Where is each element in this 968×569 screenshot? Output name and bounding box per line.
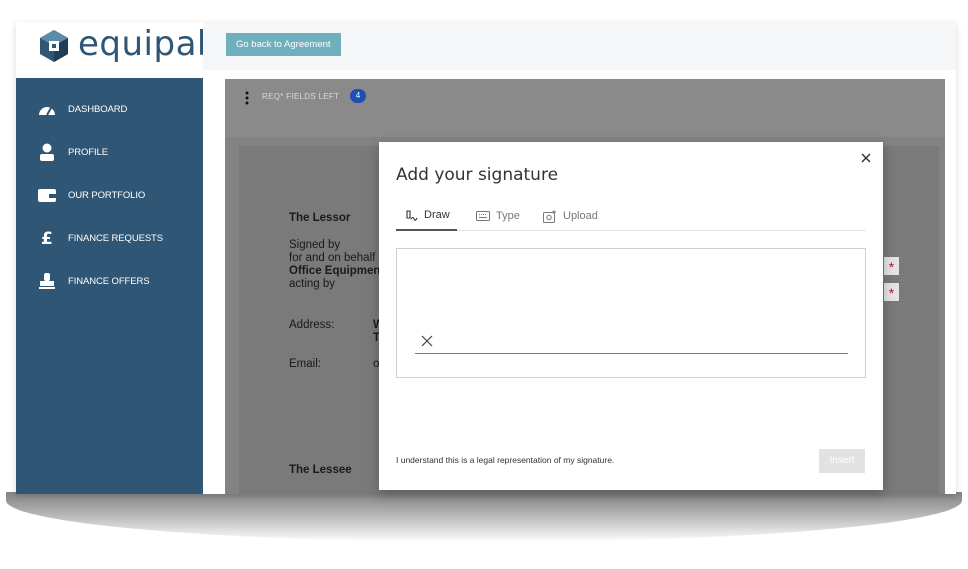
sidebar-item-finance-requests[interactable]: £ FINANCE REQUESTS xyxy=(16,223,203,253)
insert-button[interactable]: Insert xyxy=(819,449,865,473)
sidebar-item-label: OUR PORTFOLIO xyxy=(68,189,146,201)
frame-shadow xyxy=(6,492,962,542)
upload-image-icon xyxy=(543,209,556,223)
pound-icon: £ xyxy=(36,227,58,249)
sidebar-item-label: DASHBOARD xyxy=(68,103,128,115)
gauge-icon xyxy=(36,98,58,120)
person-icon xyxy=(36,141,58,163)
tab-type[interactable]: Type xyxy=(476,201,520,231)
tab-label: Upload xyxy=(563,210,598,222)
signature-draw-canvas[interactable] xyxy=(396,248,866,378)
keyboard-icon xyxy=(476,211,490,221)
svg-text:£: £ xyxy=(41,229,53,247)
sidebar-item-dashboard[interactable]: DASHBOARD xyxy=(16,94,203,124)
company-name-text: Office Equipmen xyxy=(289,265,381,277)
required-fields-count-badge: 4 xyxy=(350,89,366,103)
required-fields-label: REQ* FIELDS LEFT xyxy=(262,92,340,101)
signature-x-mark-icon xyxy=(421,335,433,347)
legal-disclaimer-text: I understand this is a legal representat… xyxy=(396,455,615,465)
top-bar: Go back to Agreement xyxy=(203,22,956,70)
sidebar-item-profile[interactable]: PROFILE xyxy=(16,137,203,167)
sidebar-item-label: FINANCE REQUESTS xyxy=(68,232,163,244)
modal-title: Add your signature xyxy=(396,165,559,185)
brand-name: equipal xyxy=(78,24,207,64)
equipal-logo-icon xyxy=(40,30,68,62)
tab-upload[interactable]: Upload xyxy=(543,201,598,231)
sidebar: equipal DASHBOARD PROFILE OUR PORTFOLIO … xyxy=(16,22,206,494)
sidebar-item-our-portfolio[interactable]: OUR PORTFOLIO xyxy=(16,180,203,210)
lessee-heading: The Lessee xyxy=(289,464,352,476)
signature-baseline xyxy=(415,353,848,354)
sidebar-item-label: FINANCE OFFERS xyxy=(68,275,150,287)
close-icon[interactable] xyxy=(859,151,873,165)
tab-draw[interactable]: Draw xyxy=(396,201,457,231)
stamp-icon xyxy=(36,270,58,292)
vertical-dots-menu-icon[interactable] xyxy=(243,91,251,105)
logo-area: equipal xyxy=(16,22,206,78)
address-label: Address: xyxy=(289,319,335,331)
tab-label: Draw xyxy=(424,209,450,221)
sidebar-item-finance-offers[interactable]: FINANCE OFFERS xyxy=(16,266,203,296)
required-field-marker[interactable]: * xyxy=(884,283,899,301)
email-label: Email: xyxy=(289,358,321,370)
pen-draw-icon xyxy=(406,210,418,221)
sidebar-item-label: PROFILE xyxy=(68,146,108,158)
document-toolbar: REQ* FIELDS LEFT 4 xyxy=(225,79,945,137)
go-back-to-agreement-button[interactable]: Go back to Agreement xyxy=(226,33,341,56)
on-behalf-text: for and on behalf xyxy=(289,252,376,264)
signature-modal: Add your signature Draw Type Upload I un… xyxy=(379,142,883,490)
acting-by-text: acting by xyxy=(289,278,336,290)
signature-tabs: Draw Type Upload xyxy=(396,201,866,231)
tab-label: Type xyxy=(496,210,520,222)
wallet-icon xyxy=(36,184,58,206)
signed-by-text: Signed by xyxy=(289,239,341,251)
lessor-heading: The Lessor xyxy=(289,212,351,224)
required-field-marker[interactable]: * xyxy=(884,257,899,275)
